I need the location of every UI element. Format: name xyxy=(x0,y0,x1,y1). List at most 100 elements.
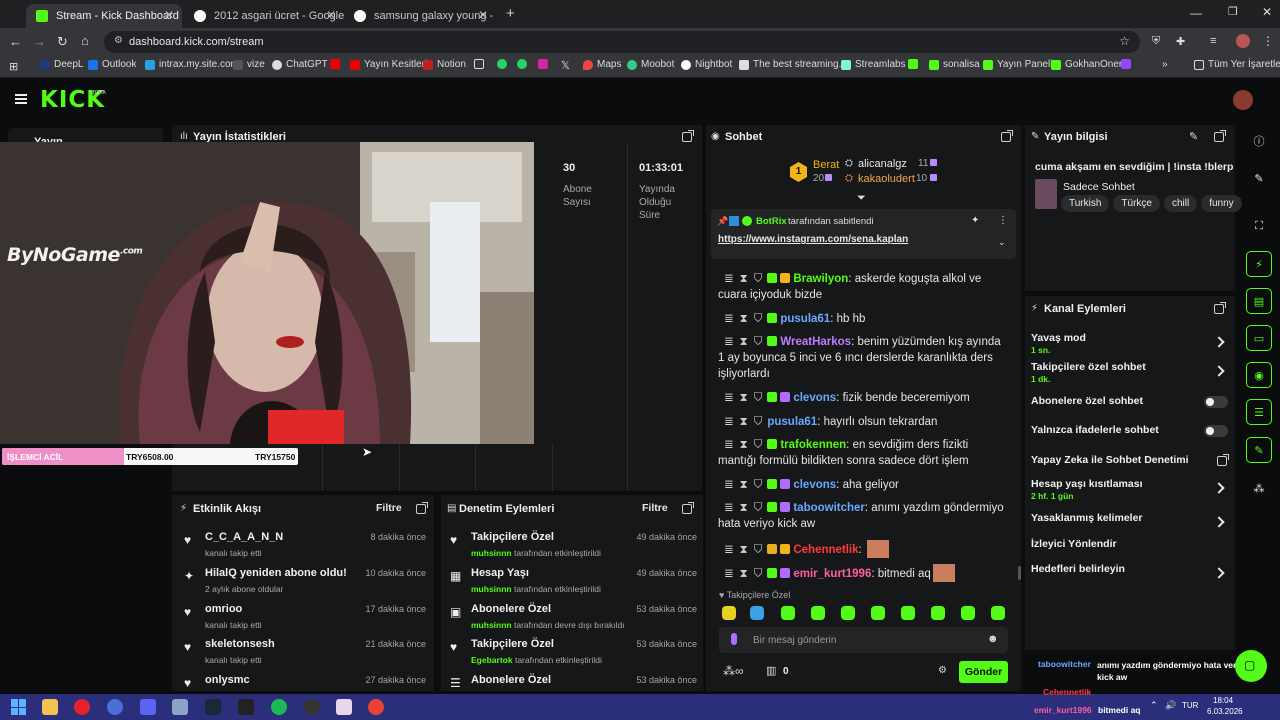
whatsapp-icon[interactable] xyxy=(517,59,527,69)
extensions-icon[interactable]: ✚ xyxy=(1176,35,1185,48)
moderator-name[interactable]: muhsinnn xyxy=(471,548,512,558)
timeout-icon[interactable]: ⧗ xyxy=(740,544,748,556)
channel-action-item[interactable]: Abonelere özel sohbet xyxy=(1031,395,1231,423)
chat-icon[interactable]: ▭ xyxy=(1246,325,1272,351)
shield-icon[interactable]: ⛉ xyxy=(754,502,763,514)
browser-menu-icon[interactable]: ⋮ xyxy=(1262,34,1274,48)
tag-chip[interactable]: funny xyxy=(1201,195,1242,212)
file-explorer-icon[interactable] xyxy=(42,699,58,715)
timeout-icon[interactable]: ⧗ xyxy=(740,568,748,580)
site-info-icon[interactable]: ⚙ xyxy=(114,35,123,46)
layers-icon[interactable]: ☰ xyxy=(1246,399,1272,425)
fullscreen-icon[interactable]: ⛶ xyxy=(1246,213,1272,239)
clock-date[interactable]: 6.03.2026 xyxy=(1207,707,1243,716)
back-arrow-icon[interactable]: ← xyxy=(9,34,22,49)
pin-action-icon[interactable]: ≣ xyxy=(724,568,734,580)
x-icon[interactable]: 𝕏 xyxy=(561,59,570,72)
instagram-icon[interactable] xyxy=(538,59,548,69)
activity-filter-button[interactable]: Filtre xyxy=(376,502,402,514)
epic-games-icon[interactable] xyxy=(238,699,254,715)
timeout-icon[interactable]: ⧗ xyxy=(740,416,748,428)
apps-grid-icon[interactable]: ⊞ xyxy=(9,60,18,73)
app-icon[interactable] xyxy=(172,699,188,715)
bookmark-item[interactable]: Streamlabs xyxy=(841,59,906,70)
timeout-icon[interactable]: ⧗ xyxy=(740,313,748,325)
popout-icon[interactable] xyxy=(416,502,428,514)
pin-action-icon[interactable]: ≣ xyxy=(724,544,734,556)
shield-extension-icon[interactable]: ⛨ xyxy=(1152,35,1160,48)
emote-icon[interactable] xyxy=(722,606,736,620)
shield-icon[interactable]: ⛉ xyxy=(754,416,763,428)
emote-icon[interactable] xyxy=(931,606,945,620)
channel-action-item[interactable]: Yavaş mod 1 sn. xyxy=(1031,332,1231,360)
timeout-icon[interactable]: ⧗ xyxy=(740,479,748,491)
pin-action-icon[interactable]: ≣ xyxy=(724,392,734,404)
shield-icon[interactable]: ⛉ xyxy=(754,568,763,580)
close-tab-icon[interactable]: ✕ xyxy=(164,8,174,22)
emote-icon[interactable] xyxy=(841,606,855,620)
new-tab-button[interactable]: + xyxy=(506,5,515,22)
bookmark-item[interactable]: sonalisa xyxy=(929,59,980,70)
pin-action-icon[interactable]: ≣ xyxy=(724,273,734,285)
bookmark-item[interactable]: Maps xyxy=(583,59,621,70)
tab-kick-dashboard[interactable]: Stream - Kick Dashboard ✕ xyxy=(26,4,182,28)
bookmark-item[interactable]: ChatGPT xyxy=(272,59,328,70)
chat-username[interactable]: pusula61 xyxy=(767,416,817,428)
shield-icon[interactable]: ⛉ xyxy=(754,392,763,404)
moderator-name[interactable]: muhsinnn xyxy=(471,584,512,594)
activity-item[interactable]: ♥ C_C_A_A_N_N kanalı takip etti 8 dakika ön… xyxy=(180,530,430,566)
users-icon[interactable]: ⁂ xyxy=(1246,475,1272,501)
info-icon[interactable]: ⓘ xyxy=(1246,128,1272,154)
wrench-icon[interactable]: ✎ xyxy=(1246,437,1272,463)
kick-bookmark-icon[interactable] xyxy=(908,59,918,69)
toggle-switch[interactable] xyxy=(1204,396,1228,408)
chat-username[interactable]: trafokennen xyxy=(780,439,846,451)
infinity-points-icon[interactable]: ⁂∞ xyxy=(723,664,744,678)
timeout-icon[interactable]: ⧗ xyxy=(740,392,748,404)
kick-floating-button[interactable]: ▢ xyxy=(1235,650,1267,682)
obs-icon[interactable] xyxy=(304,699,320,715)
category-name[interactable]: Sadece Sohbet xyxy=(1063,181,1135,193)
microphone-icon[interactable] xyxy=(731,633,737,645)
tab-google-search-1[interactable]: 2012 asgari ücret - Google'da A ✕ xyxy=(184,4,344,28)
shield-icon[interactable]: ⛉ xyxy=(754,336,763,348)
chat-settings-gear-icon[interactable]: ⚙ xyxy=(938,665,947,676)
bookmark-item[interactable]: The best streaming... xyxy=(739,59,847,70)
pin-action-icon[interactable]: ≣ xyxy=(724,502,734,514)
moderation-filter-button[interactable]: Filtre xyxy=(642,502,668,514)
bookmark-item[interactable]: Moobot xyxy=(627,59,674,70)
shield-icon[interactable]: ⛉ xyxy=(754,273,763,285)
emote-icon[interactable] xyxy=(991,606,1005,620)
forward-arrow-icon[interactable]: → xyxy=(33,34,46,49)
lightning-action-icon[interactable]: ⚡ xyxy=(1246,251,1272,277)
chat-username[interactable]: Cehennetlik xyxy=(793,544,858,556)
channel-action-item[interactable]: Yalnızca ifadelerle sohbet xyxy=(1031,424,1231,452)
timeout-icon[interactable]: ⧗ xyxy=(740,502,748,514)
channel-action-item[interactable]: Hedefleri belirleyin xyxy=(1031,563,1231,591)
more-options-icon[interactable]: ⋮ xyxy=(998,215,1008,226)
bookmark-item[interactable] xyxy=(330,59,340,69)
pin-action-icon[interactable]: ≣ xyxy=(724,336,734,348)
shield-icon[interactable]: ⛉ xyxy=(754,544,763,556)
bookmark-item[interactable]: Notion xyxy=(423,59,466,70)
activity-item[interactable]: ✦ HilalQ yeniden abone oldu! 2 aylık abone… xyxy=(180,566,430,602)
tag-chip[interactable]: Turkish xyxy=(1061,195,1110,212)
edit-pencil-icon[interactable]: ✎ xyxy=(1189,130,1198,143)
channel-action-item[interactable]: Hesap yaşı kısıtlaması 2 hf. 1 gün xyxy=(1031,478,1231,506)
close-tab-icon[interactable]: ✕ xyxy=(326,8,336,22)
chat-username[interactable]: WreatHarkos xyxy=(780,336,851,348)
bookmark-star-icon[interactable]: ☆ xyxy=(1119,34,1130,48)
bookmark-item[interactable]: GokhanOner xyxy=(1051,59,1122,70)
pin-action-icon[interactable]: ≣ xyxy=(724,313,734,325)
chat-username[interactable]: pusula61 xyxy=(780,313,830,325)
toggle-switch[interactable] xyxy=(1204,425,1228,437)
activity-item[interactable]: ♥ skeletonsesh kanalı takip etti 21 dakika … xyxy=(180,637,430,673)
bookmark-item[interactable]: intrax.my.site.com xyxy=(145,59,239,70)
moderation-item[interactable]: ♥ Takipçilere Özel Egebartok tarafından et… xyxy=(447,637,699,673)
opera-icon[interactable] xyxy=(74,699,90,715)
media-icon[interactable]: ≡ xyxy=(1210,35,1216,47)
home-icon[interactable]: ⌂ xyxy=(81,33,89,48)
tag-chip[interactable]: Türkçe xyxy=(1113,195,1160,212)
address-input[interactable]: ⚙ dashboard.kick.com/stream ☆ xyxy=(104,31,1140,53)
pinned-by-user[interactable]: BotRix xyxy=(756,216,787,227)
